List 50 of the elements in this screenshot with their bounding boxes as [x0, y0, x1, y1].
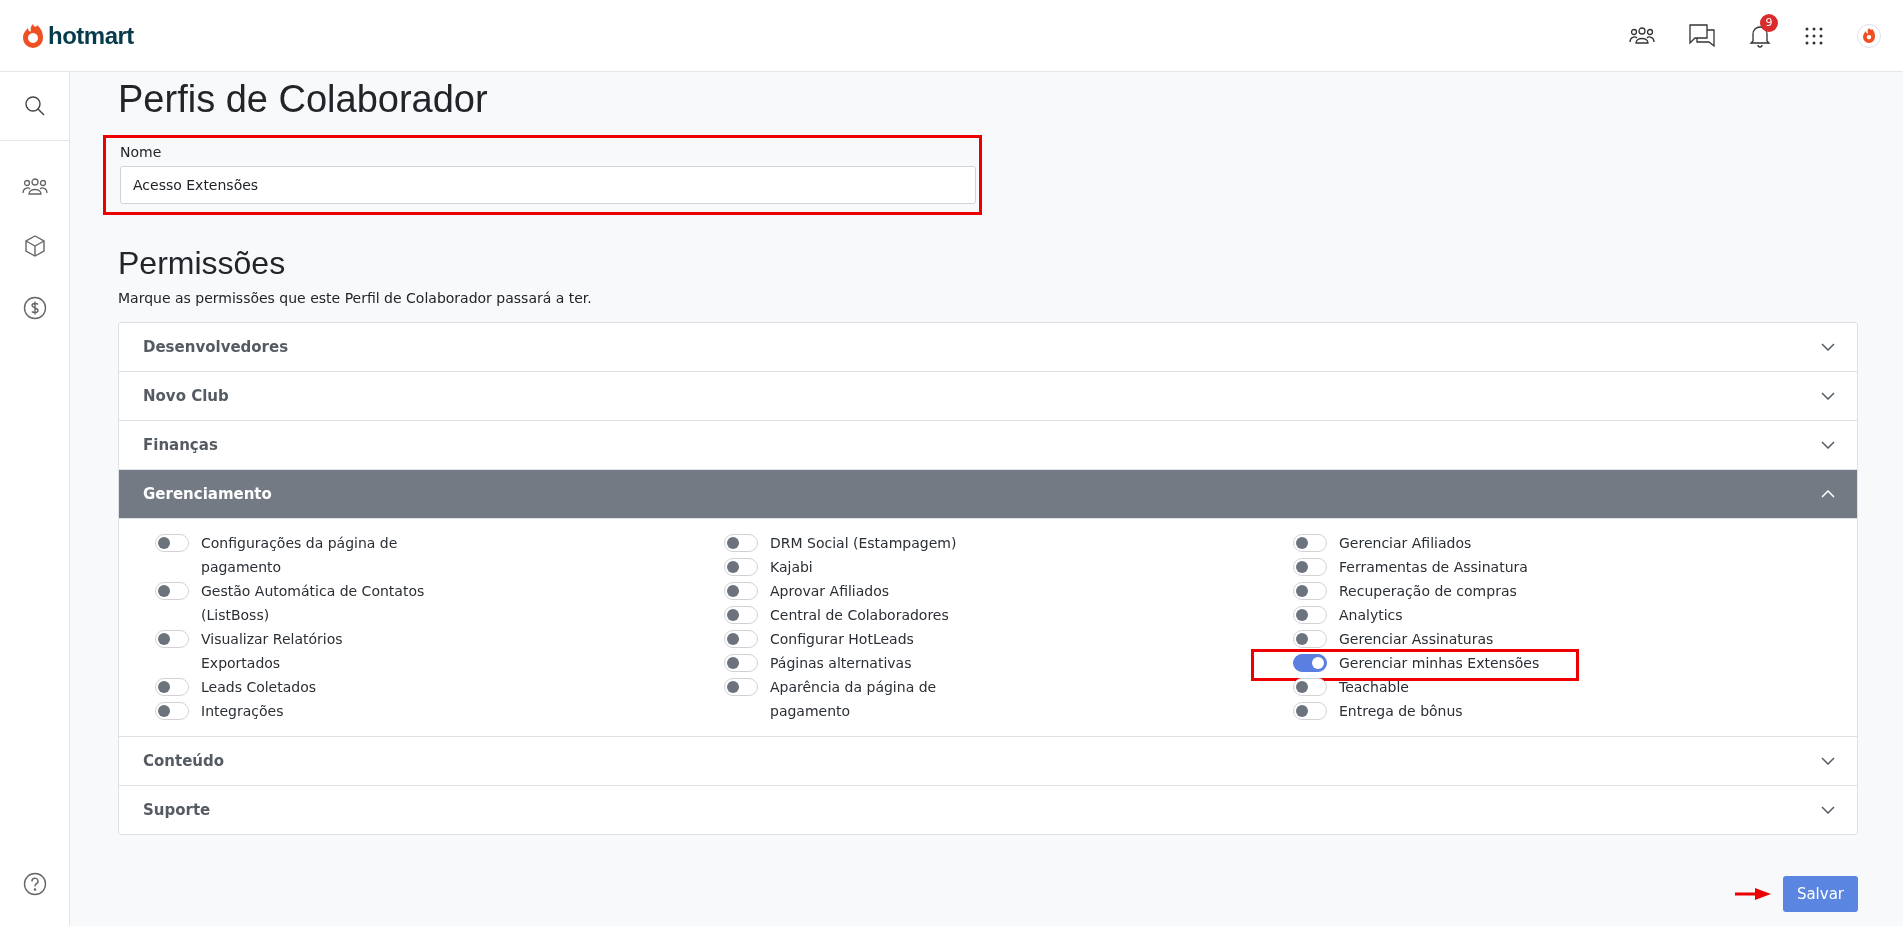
permission-label: Páginas alternativas [770, 654, 912, 673]
permission-label: Gerenciar Assinaturas [1339, 630, 1494, 649]
permission-label: Recuperação de compras [1339, 582, 1517, 601]
avatar-flame-icon[interactable] [1857, 23, 1881, 48]
people-icon[interactable] [1629, 26, 1655, 45]
chevron-icon [1821, 757, 1835, 765]
dollar-circle-icon[interactable] [22, 296, 47, 320]
accordion-header[interactable]: Novo Club [119, 372, 1857, 421]
accordion-header[interactable]: Desenvolvedores [119, 323, 1857, 372]
chevron-icon [1821, 392, 1835, 400]
notification-badge: 9 [1760, 13, 1778, 32]
description-text: Marque as permissões que este Perfil de Colaborador passará a ter. [118, 290, 593, 306]
logo-wordmark[interactable]: hotmart [48, 21, 134, 50]
permission-label: Analytics [1339, 606, 1403, 625]
permission-label: Gerenciar minhas Extensões [1339, 654, 1540, 673]
apps-grid-icon[interactable] [1805, 26, 1823, 45]
permission-label: DRM Social (Estampagem) [770, 534, 957, 553]
flame-logo-icon [22, 22, 44, 49]
search-icon[interactable] [23, 95, 46, 117]
accordion-header[interactable]: Suporte [119, 786, 1857, 834]
help-icon[interactable] [22, 872, 47, 896]
permission-label: Entrega de bônus [1339, 702, 1463, 721]
permission-label: Kajabi [770, 558, 813, 577]
permission-label: Ferramentas de Assinatura [1339, 558, 1528, 577]
name-input-field[interactable]: Acesso Extensões [120, 166, 976, 204]
chevron-icon [1821, 490, 1835, 498]
permission-label: Aprovar Afiliados [770, 582, 890, 601]
permission-label: Teachable [1339, 678, 1409, 697]
cube-icon[interactable] [22, 234, 47, 258]
save-button[interactable]: Salvar [1782, 876, 1858, 912]
permission-label: Gestão Automática de Contatos (ListBoss) [201, 582, 426, 625]
field-label: Nome [120, 144, 163, 160]
chevron-icon [1821, 343, 1835, 351]
section-title: Permissões [118, 245, 287, 282]
page-title: Perfis de Colaborador [118, 78, 489, 121]
accordion-header[interactable]: Conteúdo [119, 737, 1857, 786]
permission-label: Configurar HotLeads [770, 630, 914, 649]
accordion-header[interactable]: Gerenciamento [119, 470, 1857, 519]
people-icon[interactable] [21, 178, 48, 196]
permission-label: Visualizar Relatórios Exportados [201, 630, 344, 673]
chevron-icon [1821, 806, 1835, 814]
permission-label: Configurações da página de pagamento [201, 534, 399, 577]
toggle-switch[interactable] [1293, 654, 1327, 672]
chevron-icon [1821, 441, 1835, 449]
permission-label: Gerenciar Afiliados [1339, 534, 1472, 553]
chat-icon[interactable] [1689, 23, 1715, 48]
permission-label: Aparência da página de pagamento [770, 678, 938, 721]
permission-label: Central de Colaboradores [770, 606, 949, 625]
permission-label: Leads Coletados [201, 678, 317, 697]
permission-label: Integrações [201, 702, 284, 721]
